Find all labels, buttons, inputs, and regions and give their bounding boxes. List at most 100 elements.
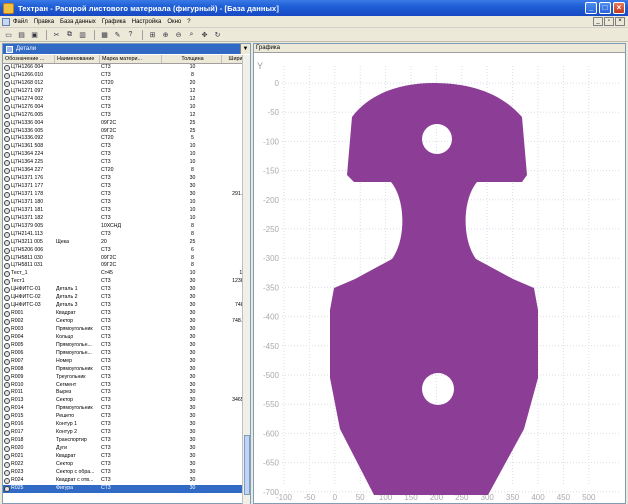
table-row[interactable]: Ц7Н1371 180СТ31018 xyxy=(3,199,250,207)
table-row[interactable]: Ц7Н2141.113СТ3848 xyxy=(3,231,250,239)
menu-file[interactable]: Файл xyxy=(13,19,28,25)
table-row[interactable]: Ц7Н1268 012СТ202013 xyxy=(3,80,250,88)
table-row[interactable]: Ц7Н5811 03009Г2С843 xyxy=(3,255,250,263)
table-row[interactable]: ЦНФИТС-01Деталь 1СТ33030 xyxy=(3,286,250,294)
table-row[interactable]: R001КвадратСТ33050 xyxy=(3,310,250,318)
table-row[interactable]: Ц7Н3211 005Щека202513 xyxy=(3,239,250,247)
open-folder-icon[interactable]: ▤ xyxy=(16,30,27,40)
table-row[interactable]: Ц7Н1379 00510ХСНД874 xyxy=(3,223,250,231)
table-row[interactable]: R017Контур 2СТ33020 xyxy=(3,429,250,437)
table-row[interactable]: R002 Сектор СТ3 30 748.23 xyxy=(3,318,250,326)
table-row[interactable]: Ц7Н1266.010СТ3842 xyxy=(3,72,250,80)
table-row[interactable]: R003ПрямоугольникСТ33030 xyxy=(3,326,250,334)
cut-icon[interactable]: ✂ xyxy=(51,30,62,40)
table-row[interactable]: R006Прямоугольн...СТ33025 xyxy=(3,350,250,358)
column-header[interactable]: Марка матери... xyxy=(100,55,162,63)
table-row[interactable]: Ц7Н1266 004СТ31076 xyxy=(3,64,250,72)
new-file-icon[interactable]: ▭ xyxy=(3,30,14,40)
table-row[interactable]: Ц7Н1371 182СТ31030 xyxy=(3,215,250,223)
table-row[interactable]: Ц7Н1371 177СТ33033 xyxy=(3,183,250,191)
table-row[interactable]: R021КвадратСТ33030 xyxy=(3,453,250,461)
close-button[interactable]: × xyxy=(613,2,625,14)
properties-icon[interactable]: ✎ xyxy=(112,30,123,40)
table-row[interactable]: R022СекторСТ33065 xyxy=(3,461,250,469)
table-row[interactable]: R015РешетоСТ33050 xyxy=(3,413,250,421)
column-header[interactable]: Толщина xyxy=(162,55,222,63)
table-row[interactable]: R016Контур 1СТ33020 xyxy=(3,421,250,429)
menu-edit[interactable]: Правка xyxy=(34,19,54,25)
table-cell: СТ3 xyxy=(101,397,111,404)
table-row[interactable]: ЦНФИТС-02Деталь 2СТ33050 xyxy=(3,294,250,302)
table-row[interactable]: Ц7Н1364 227СТ20830 xyxy=(3,167,250,175)
part-icon xyxy=(4,398,10,405)
child-close-button[interactable]: × xyxy=(615,17,625,26)
table-row[interactable]: Ц7Н1371 176СТ33033 xyxy=(3,175,250,183)
table-row[interactable]: Ц7Н1276 004СТ31034 xyxy=(3,104,250,112)
minimize-button[interactable]: _ xyxy=(585,2,597,14)
table-row[interactable]: R010СегментСТ33010 xyxy=(3,382,250,390)
zoom-in-icon[interactable]: ⊕ xyxy=(160,30,171,40)
pan-icon[interactable]: ✥ xyxy=(199,30,210,40)
table-row[interactable]: R024Квадрат с отв...СТ33023 xyxy=(3,477,250,485)
column-header[interactable]: Наименование xyxy=(55,55,100,63)
category-select[interactable]: Детали ▼ xyxy=(3,44,250,54)
table-row[interactable]: R008ПрямоугольникСТ33020 xyxy=(3,366,250,374)
table-row[interactable]: R004КольцоСТ33075 xyxy=(3,334,250,342)
maximize-button[interactable]: □ xyxy=(599,2,611,14)
table-row[interactable]: R011ВырезСТ3305 xyxy=(3,389,250,397)
table-row[interactable]: Ц7Н1336 00509Г2С2532 xyxy=(3,128,250,136)
table-row[interactable]: R018ТранспортирСТ33035 xyxy=(3,437,250,445)
zoom-window-icon[interactable]: ⌕ xyxy=(186,30,197,40)
table-row[interactable]: Ц7Н1271 097СТ31211 xyxy=(3,88,250,96)
table-row[interactable]: ЦНФИТС-03Деталь 3СТ330748.0 xyxy=(3,302,250,310)
menu-settings[interactable]: Настройка xyxy=(132,19,162,25)
table-cell: Ц7Н1336.092 xyxy=(3,135,55,143)
table-row[interactable]: Ц7Н1336 00409Г2С2532 xyxy=(3,120,250,128)
document-icon[interactable] xyxy=(2,17,10,26)
child-minimize-button[interactable]: _ xyxy=(593,17,603,26)
drawing-canvas[interactable]: 0 -50 -100 -150 -200 -250 -300 -350 -400 -450 -500… xyxy=(254,54,625,504)
table-row[interactable]: R009ТреугольникСТ33050 xyxy=(3,374,250,382)
child-restore-button[interactable]: ▫ xyxy=(604,17,614,26)
paste-icon[interactable]: ▥ xyxy=(77,30,88,40)
title-bar[interactable]: Техтран - Раскрой листового материала (ф… xyxy=(0,0,628,16)
redraw-icon[interactable]: ↻ xyxy=(212,30,223,40)
save-icon[interactable]: ▣ xyxy=(29,30,40,40)
table-row[interactable]: Ц7Н1371 181СТ31030 xyxy=(3,207,250,215)
table-row[interactable]: Тест1 СТ3 30 1238.5 xyxy=(3,278,250,286)
table-row[interactable]: Ц7Н1336.092СТ20545 xyxy=(3,135,250,143)
zoom-out-icon[interactable]: ⊖ xyxy=(173,30,184,40)
column-header[interactable]: Обозначение ... xyxy=(3,55,55,63)
menu-graphics[interactable]: Графика xyxy=(102,19,126,25)
menu-help[interactable]: ? xyxy=(187,19,190,25)
table-row[interactable]: Ц7Н1371 178 СТ3 30 291.47 xyxy=(3,191,250,199)
zoom-fit-icon[interactable]: ⊞ xyxy=(147,30,158,40)
table-row[interactable]: Ц7Н1364 224СТ31045 xyxy=(3,151,250,159)
table-row[interactable]: R023Сектор с обра...СТ33065 xyxy=(3,469,250,477)
menu-database[interactable]: База данных xyxy=(60,19,96,25)
table-row[interactable]: Ц7Н1364 225СТ31045 xyxy=(3,159,250,167)
table-row[interactable]: Тест_1Ст4510152 xyxy=(3,270,250,278)
chevron-down-icon[interactable]: ▼ xyxy=(240,44,250,54)
table-row[interactable]: Ц7Н5206 006СТ3642 xyxy=(3,247,250,255)
copy-icon[interactable]: ⧉ xyxy=(64,30,75,40)
part-shape[interactable] xyxy=(330,83,538,495)
scrollbar-thumb[interactable] xyxy=(244,435,250,495)
table-row[interactable]: R007НомерСТ3306 xyxy=(3,358,250,366)
table-row[interactable]: Ц7Н1276.005СТ31233 xyxy=(3,112,250,120)
print-icon[interactable]: ▦ xyxy=(99,30,110,40)
menu-window[interactable]: Окно xyxy=(167,19,181,25)
table-row[interactable]: R014ПрямоугольникСТ33015 xyxy=(3,405,250,413)
table-row[interactable]: R005Прямоугольн...СТ33050 xyxy=(3,342,250,350)
help-icon[interactable]: ? xyxy=(125,30,136,40)
drawing-svg[interactable]: 0-50-100-150-200-250-300-350-400-450-500… xyxy=(254,54,625,504)
table-row[interactable]: Ц7Н1361 508СТ31015 xyxy=(3,143,250,151)
table-row[interactable]: Ц7Н5811 03109Г2С843 xyxy=(3,262,250,270)
table-row[interactable]: R013 Сектор СТ3 30 3465.0 xyxy=(3,397,250,405)
table-cell: 10ХСНД xyxy=(101,222,122,229)
table-row[interactable]: R020ДугиСТ33020 xyxy=(3,445,250,453)
vertical-scrollbar[interactable] xyxy=(242,55,250,504)
part-icon xyxy=(4,112,10,119)
table-row[interactable]: R025ФигураСТ33045 xyxy=(3,484,250,493)
table-row[interactable]: Ц7Н1274 002СТ31213 xyxy=(3,96,250,104)
